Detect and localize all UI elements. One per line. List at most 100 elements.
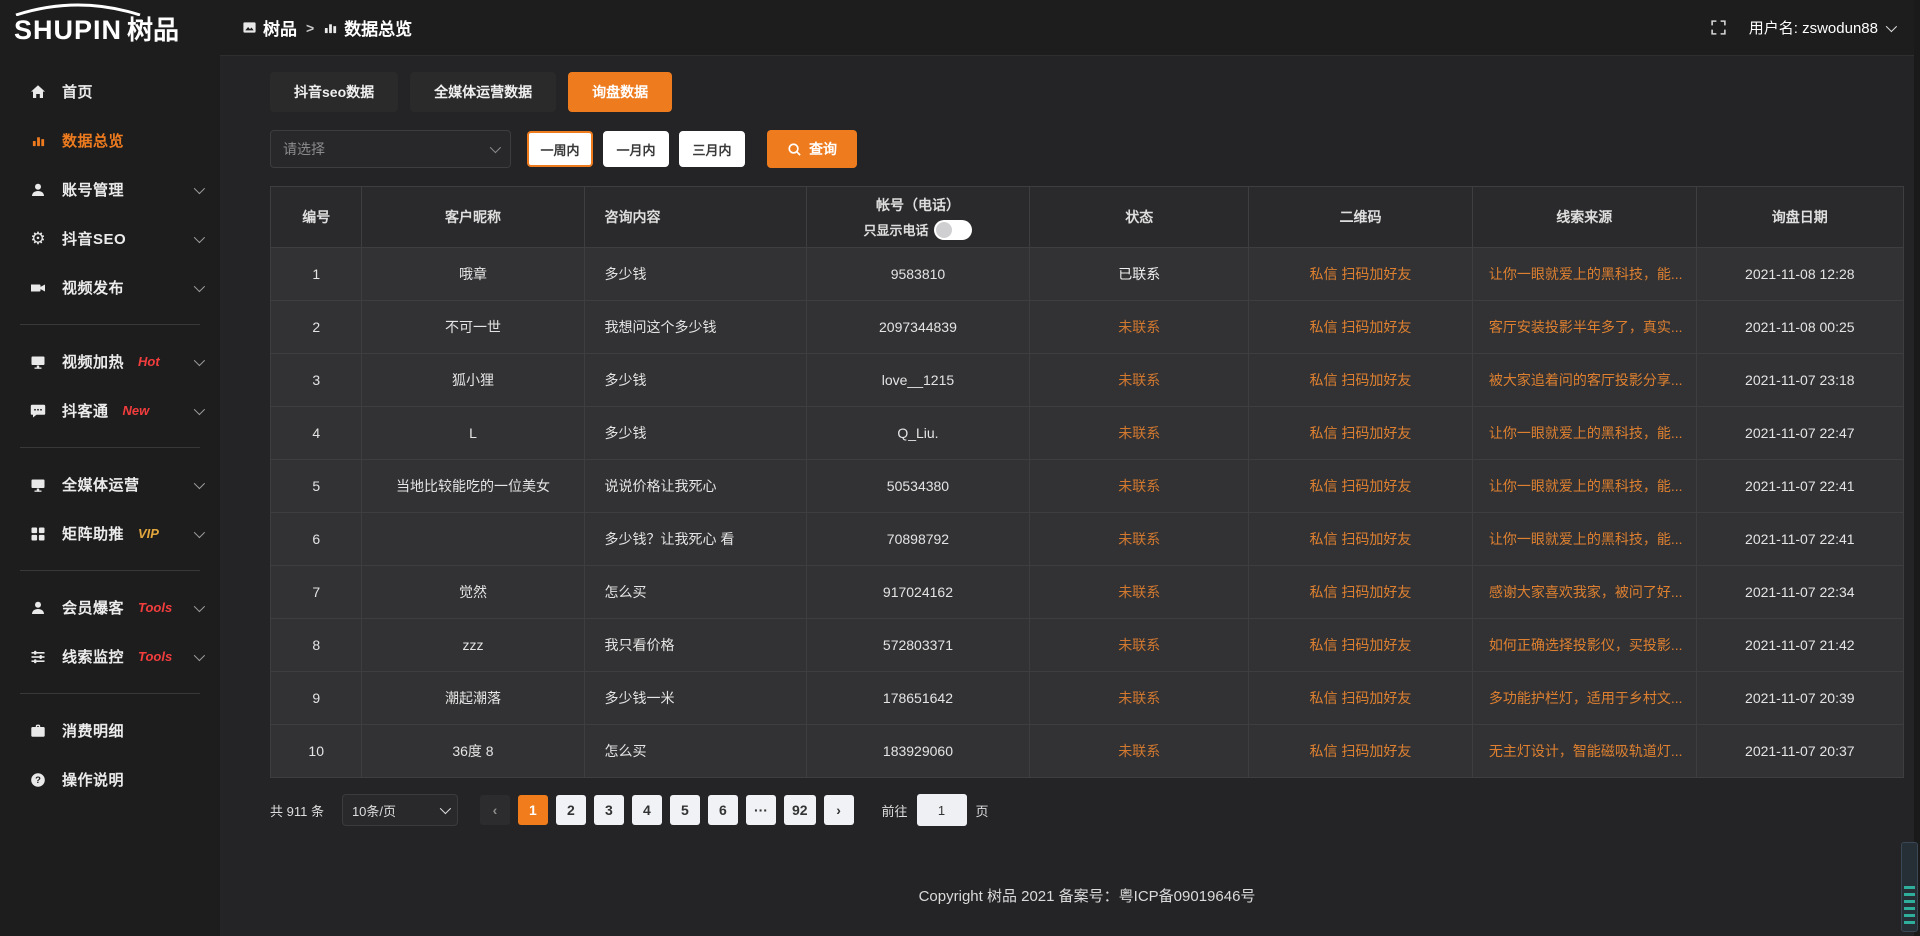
page-number-button[interactable]: 6 — [708, 795, 738, 825]
qr-add-friend-link[interactable]: 私信 扫码加好友 — [1310, 743, 1412, 759]
page-ellipsis-button[interactable]: ··· — [746, 795, 776, 825]
table-row: 3狐小狸多少钱love__1215未联系私信 扫码加好友被大家追着问的客厅投影分… — [271, 354, 1904, 407]
sidebar-item-member-burst[interactable]: 会员爆客Tools — [0, 583, 220, 632]
qr-add-friend-link[interactable]: 私信 扫码加好友 — [1310, 425, 1412, 441]
page-number-button[interactable]: 1 — [518, 795, 548, 825]
qr-add-friend-link[interactable]: 私信 扫码加好友 — [1310, 637, 1412, 653]
tab-抖音seo数据[interactable]: 抖音seo数据 — [270, 72, 398, 112]
copyright-text: Copyright 树品 2021 备案号：粤ICP备09019646号 — [919, 885, 1256, 906]
qr-add-friend-link[interactable]: 私信 扫码加好友 — [1310, 690, 1412, 706]
lead-source-link[interactable]: 感谢大家喜欢我家，被问了好... — [1489, 584, 1683, 600]
sidebar-item-operation-guide[interactable]: ?操作说明 — [0, 755, 220, 804]
qr-add-friend-link[interactable]: 私信 扫码加好友 — [1310, 478, 1412, 494]
sidebar-item-label: 矩阵助推 — [62, 523, 124, 544]
pagination: 共 911 条 10条/页 ‹ 123456···92 › 前往 页 — [270, 794, 1904, 826]
lead-source-link[interactable]: 让你一眼就爱上的黑科技，能... — [1489, 478, 1683, 494]
prev-page-button[interactable]: ‹ — [480, 795, 510, 825]
cell-content: 多少钱？让我死心 看 — [584, 513, 806, 566]
cell-num: 8 — [271, 619, 362, 672]
lead-source-link[interactable]: 无主灯设计，智能磁吸轨道灯... — [1489, 743, 1683, 759]
cell-date: 2021-11-07 22:41 — [1696, 513, 1903, 566]
phone-only-toggle[interactable] — [934, 220, 972, 240]
page-number-button[interactable]: 3 — [594, 795, 624, 825]
sidebar-item-douyin-seo[interactable]: ⚙抖音SEO — [0, 214, 220, 263]
search-button[interactable]: 查询 — [767, 130, 857, 168]
badge-tools: Tools — [138, 600, 172, 615]
qr-add-friend-link[interactable]: 私信 扫码加好友 — [1310, 531, 1412, 547]
fullscreen-icon[interactable] — [1710, 19, 1727, 36]
breadcrumb-item[interactable]: 树品 — [242, 15, 297, 40]
page-number-button[interactable]: 92 — [784, 795, 816, 825]
filter-bar: 请选择 一周内一月内三月内 查询 — [270, 130, 1904, 168]
sidebar-item-video-publish[interactable]: 视频发布 — [0, 263, 220, 312]
cell-source: 如何正确选择投影仪，买投影... — [1472, 619, 1696, 672]
sidebar-item-lead-monitor[interactable]: 线索监控Tools — [0, 632, 220, 681]
screen-icon — [28, 354, 48, 370]
cell-qrcode: 私信 扫码加好友 — [1249, 248, 1473, 301]
filter-select[interactable]: 请选择 — [270, 130, 511, 168]
table-row: 6多少钱？让我死心 看70898792未联系私信 扫码加好友让你一眼就爱上的黑科… — [271, 513, 1904, 566]
lead-source-link[interactable]: 被大家追着问的客厅投影分享... — [1489, 372, 1683, 388]
sidebar-item-home[interactable]: 首页 — [0, 67, 220, 116]
sidebar-item-account-manage[interactable]: 账号管理 — [0, 165, 220, 214]
app-root: SHUPIN树品 首页数据总览账号管理⚙抖音SEO视频发布视频加热Hot抖客通N… — [0, 0, 1920, 936]
table-row: 1哦章多少钱9583810已联系私信 扫码加好友让你一眼就爱上的黑科技，能...… — [271, 248, 1904, 301]
qr-add-friend-link[interactable]: 私信 扫码加好友 — [1310, 584, 1412, 600]
cell-source: 让你一眼就爱上的黑科技，能... — [1472, 460, 1696, 513]
lead-source-link[interactable]: 让你一眼就爱上的黑科技，能... — [1489, 425, 1683, 441]
floating-widget[interactable] — [1901, 842, 1918, 932]
username-menu[interactable]: 用户名: zswodun88 — [1749, 17, 1894, 38]
tab-询盘数据[interactable]: 询盘数据 — [568, 72, 672, 112]
lead-source-link[interactable]: 如何正确选择投影仪，买投影... — [1489, 637, 1683, 653]
search-icon — [787, 142, 802, 157]
topbar-right: 用户名: zswodun88 — [1710, 17, 1894, 38]
total-count: 共 911 条 — [270, 801, 324, 820]
qr-add-friend-link[interactable]: 私信 扫码加好友 — [1310, 266, 1412, 282]
cell-qrcode: 私信 扫码加好友 — [1249, 672, 1473, 725]
cell-qrcode: 私信 扫码加好友 — [1249, 619, 1473, 672]
sidebar-item-label: 操作说明 — [62, 769, 124, 790]
lead-source-link[interactable]: 多功能护栏灯，适用于乡村文... — [1489, 690, 1683, 706]
period-button[interactable]: 三月内 — [679, 131, 745, 167]
cell-account: 572803371 — [806, 619, 1030, 672]
sidebar-item-media-operation[interactable]: 全媒体运营 — [0, 460, 220, 509]
sidebar-item-expense-detail[interactable]: 消费明细 — [0, 706, 220, 755]
cell-qrcode: 私信 扫码加好友 — [1249, 513, 1473, 566]
sidebar-divider — [20, 693, 200, 694]
sidebar-item-matrix-boost[interactable]: 矩阵助推VIP — [0, 509, 220, 558]
next-page-button[interactable]: › — [824, 795, 854, 825]
lead-source-link[interactable]: 客厅安装投影半年多了，真实... — [1489, 319, 1683, 335]
brand-logo[interactable]: SHUPIN树品 — [0, 0, 220, 55]
table-row: 7觉然怎么买917024162未联系私信 扫码加好友感谢大家喜欢我家，被问了好.… — [271, 566, 1904, 619]
page-number-button[interactable]: 2 — [556, 795, 586, 825]
sidebar-item-data-overview[interactable]: 数据总览 — [0, 116, 220, 165]
page-number-button[interactable]: 5 — [670, 795, 700, 825]
chevron-down-icon — [194, 600, 205, 611]
sidebar-item-video-heat[interactable]: 视频加热Hot — [0, 337, 220, 386]
period-button[interactable]: 一月内 — [603, 131, 669, 167]
page-number-button[interactable]: 4 — [632, 795, 662, 825]
chat-icon — [28, 403, 48, 419]
inquiry-table: 编号 客户昵称 咨询内容 帐号（电话） 只显示电话 状态 二维码 线索来源 — [270, 186, 1904, 778]
period-button[interactable]: 一周内 — [527, 131, 593, 167]
page-size-select[interactable]: 10条/页 — [342, 794, 458, 826]
lead-source-link[interactable]: 让你一眼就爱上的黑科技，能... — [1489, 531, 1683, 547]
lead-source-link[interactable]: 让你一眼就爱上的黑科技，能... — [1489, 266, 1683, 282]
toggle-knob — [936, 222, 952, 238]
breadcrumb-item[interactable]: 数据总览 — [323, 15, 412, 40]
column-header-qrcode: 二维码 — [1249, 187, 1473, 248]
cell-status: 未联系 — [1030, 725, 1249, 778]
status-badge: 未联系 — [1118, 637, 1160, 653]
goto-page-input[interactable] — [917, 794, 967, 826]
sidebar-item-douketong[interactable]: 抖客通New — [0, 386, 220, 435]
sidebar-divider — [20, 570, 200, 571]
tab-全媒体运营数据[interactable]: 全媒体运营数据 — [410, 72, 556, 112]
qr-add-friend-link[interactable]: 私信 扫码加好友 — [1310, 319, 1412, 335]
logo-text-en: SHUPIN — [14, 15, 122, 45]
filter-select-placeholder: 请选择 — [283, 139, 325, 159]
scrollbar-track[interactable] — [1914, 0, 1920, 936]
cell-content: 说说价格让我死心 — [584, 460, 806, 513]
phone-only-label: 只显示电话 — [863, 220, 928, 239]
qr-add-friend-link[interactable]: 私信 扫码加好友 — [1310, 372, 1412, 388]
page-size-value: 10条/页 — [352, 801, 396, 820]
